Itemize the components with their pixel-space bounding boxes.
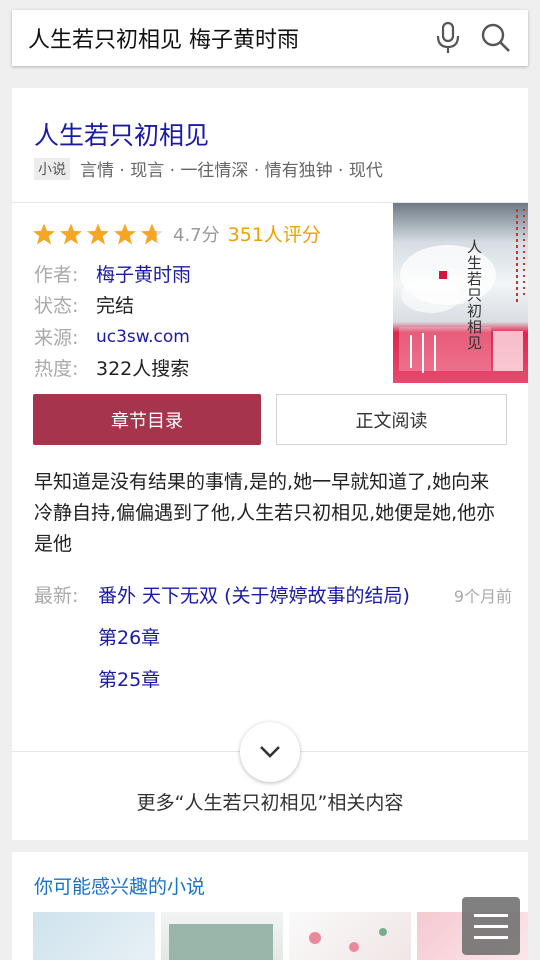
category-badge: 小说 xyxy=(34,157,70,180)
rating-count[interactable]: 351人评分 xyxy=(228,220,321,247)
more-related-link[interactable]: 更多“人生若只初相见”相关内容 xyxy=(12,788,528,815)
read-button[interactable]: 正文阅读 xyxy=(276,394,507,445)
rating-stars xyxy=(32,222,167,246)
heat-label: 热度: xyxy=(34,358,79,380)
status-value: 完结 xyxy=(96,295,135,317)
status-label: 状态: xyxy=(34,295,79,317)
recommend-thumb[interactable] xyxy=(161,912,283,960)
latest-chapter-link[interactable]: 番外 天下无双 (关于婷婷故事的结局) xyxy=(98,581,450,608)
rating: 4.7分 351人评分 xyxy=(32,220,321,247)
star-icon xyxy=(114,223,136,244)
star-icon xyxy=(33,223,55,244)
search-input[interactable]: 人生若只初相见 梅子黄时雨 xyxy=(28,22,424,54)
rating-score: 4.7分 xyxy=(173,224,220,246)
menu-button[interactable] xyxy=(462,897,520,955)
book-title[interactable]: 人生若只初相见 xyxy=(34,116,209,152)
heat-value: 322人搜索 xyxy=(96,358,190,380)
source-link[interactable]: uc3sw.com xyxy=(96,327,190,347)
source-label: 来源: xyxy=(34,327,79,349)
recommend-thumb[interactable] xyxy=(289,912,411,960)
latest-time: 9个月前 xyxy=(453,586,512,606)
cover-title: 人生若只初相见 xyxy=(467,238,483,352)
author-label: 作者: xyxy=(34,264,79,286)
status-row: 状态: 完结 xyxy=(34,291,134,318)
star-icon xyxy=(60,223,82,244)
book-tags: 小说 言情 · 现言 · 一往情深 · 情有独钟 · 现代 xyxy=(34,156,383,181)
menu-icon xyxy=(474,910,508,943)
book-description: 早知道是没有结果的事情,是的,她一早就知道了,她向来冷静自持,偏偏遇到了他,人生… xyxy=(34,471,496,555)
author-row: 作者: 梅子黄时雨 xyxy=(34,260,191,287)
star-icon xyxy=(141,223,163,244)
chapter-list-button[interactable]: 章节目录 xyxy=(33,394,261,445)
recommend-thumb[interactable] xyxy=(33,912,155,960)
recommend-card: 你可能感兴趣的小说 xyxy=(12,852,528,960)
book-cover[interactable]: 人生若只初相见 xyxy=(393,203,528,383)
microphone-icon[interactable] xyxy=(424,14,472,62)
star-icon xyxy=(87,223,109,244)
recommend-title: 你可能感兴趣的小说 xyxy=(34,876,206,898)
search-bar[interactable]: 人生若只初相见 梅子黄时雨 xyxy=(12,10,528,66)
source-row: 来源: uc3sw.com xyxy=(34,323,190,350)
latest-chapter-row: 最新: 番外 天下无双 (关于婷婷故事的结局) 9个月前 xyxy=(34,581,512,608)
expand-button[interactable] xyxy=(240,722,300,782)
search-icon[interactable] xyxy=(472,14,520,62)
author-link[interactable]: 梅子黄时雨 xyxy=(96,260,191,287)
chapter-link[interactable]: 第26章 xyxy=(98,623,160,650)
chevron-down-icon xyxy=(260,746,280,758)
chapter-link[interactable]: 第25章 xyxy=(98,665,160,692)
latest-label: 最新: xyxy=(34,585,79,607)
book-card: 人生若只初相见 小说 言情 · 现言 · 一往情深 · 情有独钟 · 现代 4.… xyxy=(12,88,528,840)
tag-list: 言情 · 现言 · 一往情深 · 情有独钟 · 现代 xyxy=(80,161,383,181)
heat-row: 热度: 322人搜索 xyxy=(34,354,189,381)
